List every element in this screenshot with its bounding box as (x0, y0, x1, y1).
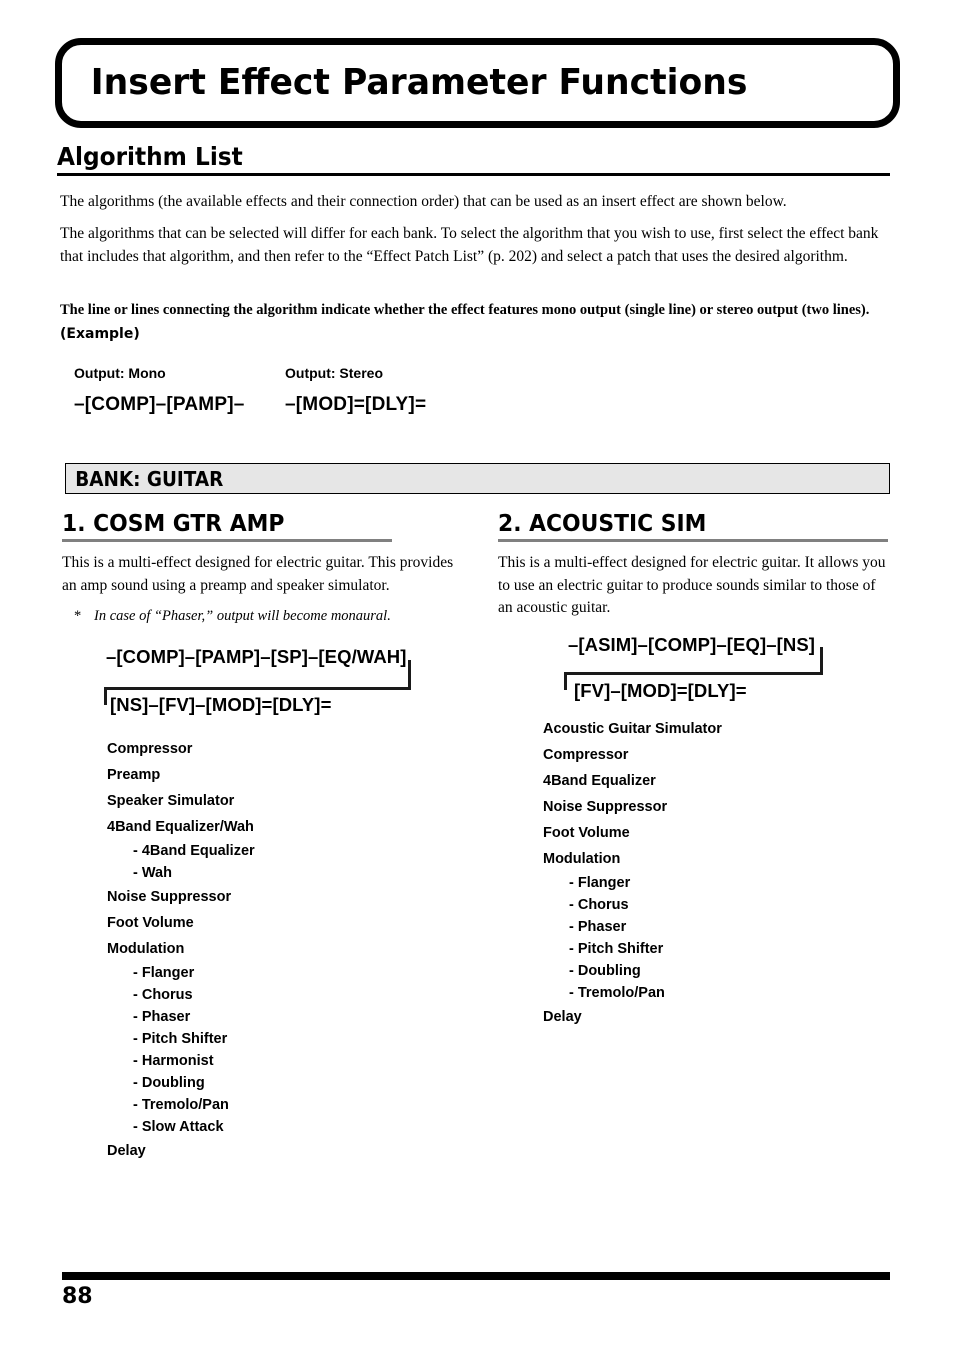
parameter-sub-item: - Wah (133, 865, 172, 882)
section-description: This is a multi-effect designed for elec… (62, 554, 454, 594)
bank-header-bar: BANK: GUITAR (65, 463, 890, 494)
algorithm-diagram: –[ASIM]–[COMP]–[EQ]–[NS] [FV]–[MOD]=[DLY… (498, 634, 890, 716)
parameter-item: 4Band Equalizer/Wah (107, 819, 254, 836)
parameter-item: Noise Suppressor (543, 798, 668, 815)
parameter-item: Delay (107, 1143, 146, 1160)
algorithm-diagram-row-2: [FV]–[MOD]=[DLY]= (574, 679, 747, 701)
example-stereo-chain: –[MOD]=[DLY]= (285, 394, 427, 415)
parameter-item: Foot Volume (107, 915, 194, 932)
parameter-sub-item: - Doubling (133, 1075, 205, 1092)
parameter-sub-item: - Tremolo/Pan (569, 984, 665, 1001)
column-left: 1. COSM GTR AMP This is a multi-effect d… (62, 512, 454, 1164)
parameter-sub-item: - Flanger (569, 874, 631, 891)
intro-paragraph-1: The algorithms (the available effects an… (60, 193, 787, 210)
diagram-connector-left-vertical (564, 671, 567, 690)
section-heading: 1. COSM GTR AMP (62, 511, 285, 537)
page-number: 88 (62, 1284, 93, 1309)
parameter-item: Noise Suppressor (107, 889, 232, 906)
diagram-connector-horizontal (104, 687, 411, 691)
page-title-banner: Insert Effect Parameter Functions (55, 38, 900, 128)
footer-rule (62, 1272, 890, 1280)
section-heading-rule (62, 539, 392, 543)
parameter-item: 4Band Equalizer (543, 772, 656, 789)
parameter-item: Compressor (107, 741, 193, 758)
algorithm-diagram-row-1: –[COMP]–[PAMP]–[SP]–[EQ/WAH] (106, 646, 407, 668)
diagram-connector-horizontal (564, 671, 823, 675)
example-mono-chain: –[COMP]–[PAMP]– (74, 394, 245, 415)
algorithm-list-heading-rule (57, 172, 890, 176)
diagram-connector-left-vertical (104, 687, 107, 706)
parameter-item: Modulation (107, 941, 185, 958)
parameter-sub-item: - Chorus (133, 987, 193, 1004)
example-stereo-block: Output: Stereo –[MOD]=[DLY]= (285, 364, 426, 416)
section-footnote: * In case of “Phaser,” output will becom… (74, 606, 454, 626)
parameter-item: Preamp (107, 767, 161, 784)
algorithm-list-heading: Algorithm List (57, 142, 243, 171)
parameter-sub-item: - Pitch Shifter (569, 940, 664, 957)
algorithm-diagram-row-1: –[ASIM]–[COMP]–[EQ]–[NS] (568, 633, 816, 655)
algorithm-diagram: –[COMP]–[PAMP]–[SP]–[EQ/WAH] [NS]–[FV]–[… (62, 646, 454, 736)
page-title: Insert Effect Parameter Functions (90, 62, 748, 103)
bank-title: BANK: GUITAR (75, 466, 224, 491)
parameter-sub-item: - Chorus (569, 896, 629, 913)
footnote-asterisk: * (74, 608, 82, 625)
parameter-item: Foot Volume (543, 824, 630, 841)
document-page: Insert Effect Parameter Functions Algori… (0, 0, 954, 1351)
parameter-sub-item: - Harmonist (133, 1053, 214, 1070)
example-mono-block: Output: Mono –[COMP]–[PAMP]– (74, 364, 245, 416)
parameter-sub-item: - Pitch Shifter (133, 1031, 228, 1048)
section-heading-rule (498, 539, 888, 543)
parameter-sub-item: - Flanger (133, 965, 195, 982)
example-stereo-label: Output: Stereo (285, 365, 383, 381)
parameter-sub-item: - 4Band Equalizer (133, 843, 255, 860)
parameter-sub-item: - Phaser (569, 918, 627, 935)
parameter-list: Acoustic Guitar Simulator Compressor 4Band… (543, 716, 890, 1030)
section-heading: 2. ACOUSTIC SIM (498, 511, 707, 537)
diagram-connector-right-vertical (820, 646, 823, 675)
intro-paragraph-2: The algorithms that can be selected will… (60, 224, 879, 266)
parameter-sub-item: - Slow Attack (133, 1119, 224, 1136)
algorithm-list-heading-block: Algorithm List (57, 143, 890, 176)
parameter-item: Compressor (543, 746, 629, 763)
parameter-item: Delay (543, 1008, 582, 1025)
parameter-sub-item: - Doubling (569, 962, 641, 979)
parameter-sub-item: - Phaser (133, 1009, 191, 1026)
parameter-list: Compressor Preamp Speaker Simulator 4Band E… (107, 736, 454, 1164)
parameter-item: Acoustic Guitar Simulator (543, 720, 722, 737)
example-label: (Example) (60, 326, 140, 342)
parameter-item: Speaker Simulator (107, 793, 235, 810)
intro-paragraphs: The algorithms (the available effects an… (60, 190, 890, 277)
footnote-text: In case of “Phaser,” output will become … (94, 608, 391, 625)
column-right: 2. ACOUSTIC SIM This is a multi-effect d… (498, 512, 890, 1030)
section-description: This is a multi-effect designed for elec… (498, 554, 886, 617)
parameter-item: Modulation (543, 850, 621, 867)
mono-stereo-note: The line or lines connecting the algorit… (60, 302, 870, 318)
example-mono-label: Output: Mono (74, 365, 166, 381)
algorithm-diagram-row-2: [NS]–[FV]–[MOD]=[DLY]= (110, 694, 332, 716)
parameter-sub-item: - Tremolo/Pan (133, 1097, 229, 1114)
diagram-connector-right-vertical (408, 660, 411, 691)
